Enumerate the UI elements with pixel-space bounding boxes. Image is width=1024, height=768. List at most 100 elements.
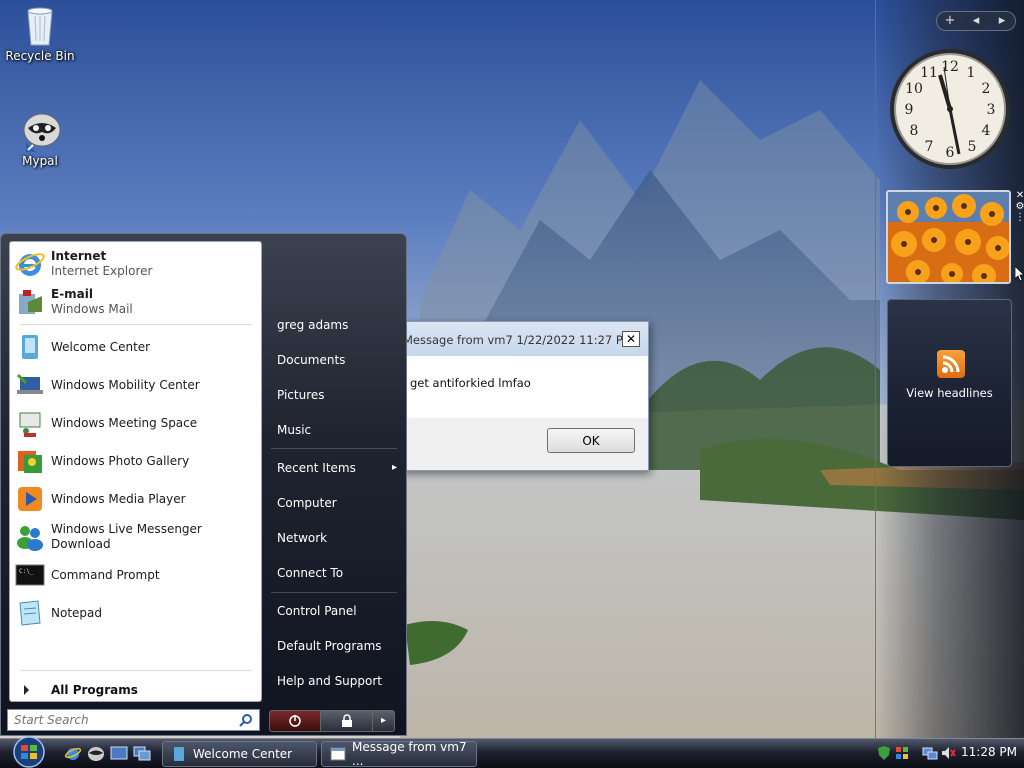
add-gadget-button[interactable]: +: [937, 12, 963, 30]
taskbar-button-message[interactable]: Message from vm7 ...: [321, 740, 477, 768]
all-programs-label: All Programs: [51, 683, 138, 697]
start-item-meeting-space[interactable]: Windows Meeting Space: [14, 405, 258, 441]
security-shield-icon[interactable]: [876, 745, 892, 761]
start-item-photo-gallery[interactable]: Windows Photo Gallery: [14, 443, 258, 479]
notification-area: 11:28 PM: [866, 739, 1024, 768]
start-right-default-programs[interactable]: Default Programs: [277, 631, 401, 661]
slideshow-gadget[interactable]: [886, 190, 1011, 284]
start-item-title: Internet: [51, 249, 107, 263]
start-item-label: Windows Meeting Space: [51, 415, 198, 430]
start-right-help[interactable]: Help and Support: [277, 666, 401, 696]
pinned-separator: [20, 324, 252, 325]
quicklaunch-mypal-icon[interactable]: [87, 745, 105, 762]
desktop-icon-mypal[interactable]: Mypal: [0, 108, 80, 168]
start-item-label: Windows Photo Gallery: [51, 453, 190, 468]
close-gadget-icon[interactable]: ✕: [1015, 190, 1024, 201]
power-button[interactable]: [269, 710, 321, 732]
dialog-title-bar[interactable]: Message from vm7 1/22/2022 11:27 PM ✕: [401, 322, 648, 356]
lock-button[interactable]: [321, 710, 373, 732]
flower-photo: [888, 192, 1009, 282]
quicklaunch-ie-icon[interactable]: [64, 745, 82, 762]
raccoon-icon: [23, 113, 61, 152]
clock-gadget[interactable]: 12 12 345 678 91011: [888, 47, 1012, 171]
start-item-label: Welcome Center: [51, 339, 151, 354]
welcome-center-icon: [22, 335, 38, 359]
svg-text:8: 8: [910, 123, 919, 139]
start-item-label: Windows Media Player: [51, 491, 186, 506]
message-window-icon: [330, 747, 346, 761]
lock-icon: [341, 714, 352, 727]
dialog-title: Message from vm7 1/22/2022 11:27 PM: [403, 333, 633, 347]
svg-text:3: 3: [987, 102, 996, 118]
start-orb-button[interactable]: [8, 736, 50, 768]
clock-time[interactable]: 11:28 PM: [961, 745, 1017, 759]
taskbar-button-label: Message from vm7 ...: [352, 740, 467, 768]
dialog-body: get antiforkied lmfao: [401, 356, 648, 418]
start-item-label: Windows Live Messenger Download: [51, 522, 202, 551]
start-right-pictures[interactable]: Pictures: [277, 380, 401, 410]
svg-text:10: 10: [905, 81, 923, 97]
windows-security-icon[interactable]: [894, 745, 910, 761]
svg-text:2: 2: [982, 81, 991, 97]
svg-text:1: 1: [967, 65, 976, 81]
start-item-email[interactable]: E-mail Windows Mail: [14, 284, 258, 320]
desktop-icon-label: Recycle Bin: [5, 49, 75, 63]
drag-handle-icon[interactable]: ⋮: [1015, 212, 1024, 223]
start-item-welcome-center[interactable]: Welcome Center: [14, 329, 258, 365]
close-button[interactable]: ✕: [622, 331, 640, 347]
taskbar-button-welcome-center[interactable]: Welcome Center: [162, 741, 317, 767]
start-search-input[interactable]: [8, 710, 233, 730]
photo-gallery-icon: [18, 451, 42, 473]
search-icon[interactable]: [239, 713, 253, 727]
start-right-documents[interactable]: Documents: [277, 345, 401, 375]
switch-windows-icon[interactable]: [133, 745, 151, 762]
network-icon[interactable]: [922, 745, 938, 761]
welcome-center-icon: [174, 747, 184, 761]
start-item-subtitle: Windows Mail: [51, 302, 133, 316]
feed-headlines-gadget[interactable]: View headlines: [887, 299, 1012, 467]
taskbar-button-label: Welcome Center: [193, 747, 293, 761]
next-page-button[interactable]: ▸: [989, 12, 1015, 30]
messenger-icon: [17, 526, 43, 551]
svg-text:5: 5: [968, 139, 977, 155]
svg-text:6: 6: [946, 145, 955, 161]
gadget-toolbar: ✕ ⚙ ⋮: [1015, 190, 1024, 223]
previous-page-button[interactable]: ◂: [963, 12, 989, 30]
volume-muted-icon[interactable]: [940, 745, 956, 761]
options-wrench-icon[interactable]: ⚙: [1015, 201, 1024, 212]
desktop-icon-recycle-bin[interactable]: Recycle Bin: [0, 3, 80, 63]
start-right-connect-to[interactable]: Connect To: [277, 558, 401, 588]
start-item-title: E-mail: [51, 287, 94, 301]
start-right-control-panel[interactable]: Control Panel: [277, 596, 401, 626]
view-headlines-link[interactable]: View headlines: [888, 386, 1011, 400]
start-item-internet[interactable]: Internet Internet Explorer: [14, 246, 258, 282]
start-search-box[interactable]: [7, 709, 260, 731]
windows-sidebar: + ◂ ▸ 12 1 2 345 678 9 10 11 ✕ ⚙ ⋮ View …: [875, 0, 1024, 738]
start-item-label: Notepad: [51, 605, 102, 620]
power-controls: ▸: [269, 710, 395, 732]
all-programs-button[interactable]: All Programs: [18, 680, 250, 700]
ok-button[interactable]: OK: [547, 428, 635, 453]
start-right-recent-items[interactable]: Recent Items ▸: [277, 453, 401, 483]
start-item-mobility-center[interactable]: Windows Mobility Center: [14, 367, 258, 403]
sidebar-controls: + ◂ ▸: [936, 11, 1016, 31]
start-right-music[interactable]: Music: [277, 415, 401, 445]
start-right-computer[interactable]: Computer: [277, 488, 401, 518]
start-item-command-prompt[interactable]: C:\_ Command Prompt: [14, 557, 258, 593]
start-item-messenger[interactable]: Windows Live Messenger Download: [14, 519, 258, 555]
start-item-label: Command Prompt: [51, 567, 160, 582]
dialog-message: get antiforkied lmfao: [410, 376, 531, 390]
svg-text:7: 7: [925, 139, 934, 155]
recycle-bin-icon: [27, 7, 53, 46]
start-item-notepad[interactable]: Notepad: [14, 595, 258, 631]
start-right-user[interactable]: greg adams: [277, 310, 401, 340]
svg-text:12: 12: [941, 59, 959, 75]
start-item-media-player[interactable]: Windows Media Player: [14, 481, 258, 517]
power-icon: [289, 715, 301, 727]
meeting-space-icon: [19, 412, 41, 437]
show-desktop-icon[interactable]: [110, 745, 128, 762]
power-options-arrow[interactable]: ▸: [373, 710, 395, 732]
start-right-network[interactable]: Network: [277, 523, 401, 553]
mouse-cursor-icon: [1015, 266, 1024, 282]
start-menu: Internet Internet Explorer E-mail Windows …: [0, 233, 407, 736]
